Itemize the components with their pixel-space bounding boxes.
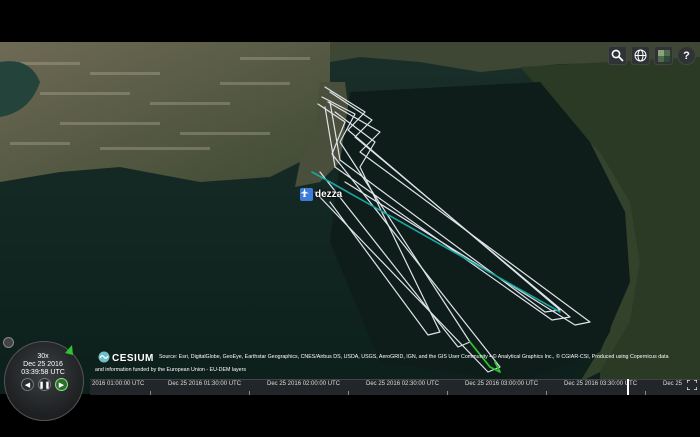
pause-button[interactable]: ❚❚: [38, 378, 51, 391]
entity-marker[interactable]: dezza: [300, 188, 342, 201]
speed-text: 30x: [37, 353, 49, 360]
date-text: Dec 25 2016: [23, 361, 63, 368]
timeline-tick: [150, 391, 151, 395]
fullscreen-icon: [686, 379, 698, 392]
realtime-icon[interactable]: [3, 337, 14, 348]
timeline-tick: [645, 391, 646, 395]
time-text: 03:39:58 UTC: [21, 369, 65, 376]
timeline-label: Dec 25 2016 03:00:00 UTC: [465, 381, 539, 387]
map-scene[interactable]: [0, 42, 700, 394]
letterbox-top: [0, 0, 700, 42]
entity-label: dezza: [315, 189, 343, 200]
search-icon: [611, 49, 624, 62]
timeline-tick: [249, 391, 250, 395]
globe-icon: [634, 49, 647, 62]
timeline-label: Dec 25 2016 02:00:00 UTC: [267, 381, 341, 387]
timeline-label: Dec 25 2016 01:30:00 UTC: [168, 381, 242, 387]
timeline-tick: [447, 391, 448, 395]
cesium-viewer[interactable]: dezza: [0, 42, 700, 394]
timeline-label: 2016 01:00:00 UTC: [92, 381, 145, 387]
letterbox-bottom: [0, 394, 700, 437]
help-icon: ?: [683, 49, 690, 62]
timeline-tick: [546, 391, 547, 395]
reverse-button[interactable]: ◀: [21, 378, 34, 391]
timeline-tick: [348, 391, 349, 395]
timeline-label: Dec 25 2016 02:30:00 UTC: [366, 381, 440, 387]
timeline-needle[interactable]: [627, 379, 629, 395]
timeline[interactable]: 2016 01:00:00 UTC Dec 25 2016 01:30:00 U…: [90, 379, 700, 395]
scene-mode-button[interactable]: [631, 46, 650, 65]
help-button[interactable]: ?: [677, 46, 696, 65]
base-layer-button[interactable]: [654, 46, 673, 65]
plane-icon: [300, 188, 313, 201]
timeline-label: Dec 25: [663, 381, 683, 387]
cesium-logo-text: CESIUM: [112, 353, 154, 364]
credit-text: Source: Esri, DigitalGlobe, GeoEye, Eart…: [159, 354, 669, 360]
credit-text-2: and information funded by the European U…: [95, 367, 247, 373]
search-button[interactable]: [608, 46, 627, 65]
play-button[interactable]: ▶: [55, 378, 68, 391]
cesium-toolbar: ?: [608, 46, 696, 65]
layers-icon: [657, 49, 671, 63]
fullscreen-button[interactable]: [686, 379, 698, 392]
